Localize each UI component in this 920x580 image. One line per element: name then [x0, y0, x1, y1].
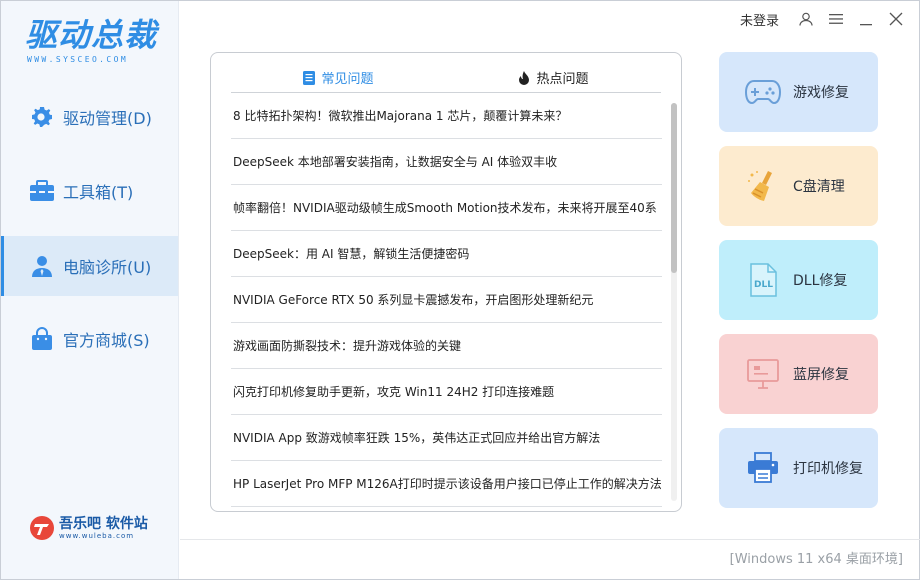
toolbox-icon: [29, 178, 55, 204]
tab-common-questions[interactable]: 常见问题: [231, 63, 446, 92]
broom-icon: [743, 166, 783, 206]
list-item[interactable]: 游戏画面防撕裂技术：提升游戏体验的关键: [231, 323, 662, 369]
svg-text:DLL: DLL: [754, 280, 773, 290]
list-item[interactable]: 8 比特拓扑架构！微软推出Majorana 1 芯片，颠覆计算未来？: [231, 93, 662, 139]
sidebar-item-pc-clinic[interactable]: 电脑诊所(U): [1, 236, 178, 296]
title-bar: 未登录: [740, 7, 911, 31]
scrollbar-thumb[interactable]: [671, 103, 677, 273]
logo-title: 驱动总裁: [25, 16, 158, 54]
faq-panel: 常见问题 热点问题 8 比特拓扑架构！微软推出Majorana 1 芯片，颠覆计…: [210, 52, 682, 512]
minimize-icon[interactable]: [851, 7, 881, 31]
printer-icon: [743, 448, 783, 488]
user-icon[interactable]: [791, 7, 821, 31]
app-logo: 驱动总裁 WWW.SYSCEO.COM: [15, 15, 165, 73]
brand-name: 吾乐吧 软件站: [59, 516, 148, 532]
blue-screen-repair-button[interactable]: 蓝屏修复: [719, 334, 878, 414]
tab-label: 常见问题: [321, 72, 374, 87]
card-label: 打印机修复: [793, 461, 863, 477]
shopping-bag-icon: [29, 326, 55, 352]
monitor-icon: [743, 354, 783, 394]
sidebar: 驱动总裁 WWW.SYSCEO.COM 驱动管理(D) 工具箱(T) 电脑诊所(…: [1, 1, 179, 579]
card-label: C盘清理: [793, 179, 845, 195]
article-list: 8 比特拓扑架构！微软推出Majorana 1 芯片，颠覆计算未来？ DeepS…: [231, 93, 662, 507]
dll-repair-button[interactable]: DLL DLL修复: [719, 240, 878, 320]
card-label: 蓝屏修复: [793, 367, 849, 383]
gamepad-icon: [743, 72, 783, 112]
sidebar-item-label: 官方商城(S): [63, 331, 150, 350]
app-window: 驱动总裁 WWW.SYSCEO.COM 驱动管理(D) 工具箱(T) 电脑诊所(…: [0, 0, 920, 580]
list-item[interactable]: NVIDIA App 致游戏帧率狂跌 15%，英伟达正式回应并给出官方解法: [231, 415, 662, 461]
brand-logo-icon: [30, 516, 54, 540]
flame-icon: [518, 70, 530, 85]
document-icon: [303, 70, 316, 85]
footer-divider: [180, 539, 920, 540]
gear-icon: [29, 104, 55, 130]
list-item[interactable]: DeepSeek：用 AI 智慧，解锁生活便捷密码: [231, 231, 662, 277]
dll-file-icon: DLL: [743, 260, 783, 300]
scrollbar[interactable]: [671, 103, 677, 501]
brand-url: www.wuleba.com: [59, 532, 135, 540]
c-drive-cleanup-button[interactable]: C盘清理: [719, 146, 878, 226]
game-repair-button[interactable]: 游戏修复: [719, 52, 878, 132]
sidebar-item-label: 电脑诊所(U): [63, 258, 152, 277]
sidebar-item-label: 驱动管理(D): [63, 109, 152, 128]
tab-bar: 常见问题 热点问题: [231, 63, 661, 93]
card-label: DLL修复: [793, 273, 848, 289]
tab-hot-questions[interactable]: 热点问题: [446, 63, 661, 92]
close-icon[interactable]: [881, 7, 911, 31]
sidebar-item-official-store[interactable]: 官方商城(S): [1, 309, 178, 369]
sidebar-item-driver-management[interactable]: 驱动管理(D): [1, 87, 178, 147]
person-icon: [29, 253, 55, 279]
login-status[interactable]: 未登录: [740, 10, 779, 29]
list-item[interactable]: NVIDIA GeForce RTX 50 系列显卡震撼发布，开启图形处理新纪元: [231, 277, 662, 323]
list-item[interactable]: HP LaserJet Pro MFP M126A打印时提示该设备用户接口已停止…: [231, 461, 662, 507]
list-item[interactable]: DeepSeek 本地部署安装指南，让数据安全与 AI 体验双丰收: [231, 139, 662, 185]
logo-url: WWW.SYSCEO.COM: [27, 55, 129, 64]
printer-repair-button[interactable]: 打印机修复: [719, 428, 878, 508]
sidebar-item-toolbox[interactable]: 工具箱(T): [1, 161, 178, 221]
brand-watermark: 吾乐吧 软件站 www.wuleba.com: [29, 513, 169, 543]
tab-label: 热点问题: [536, 72, 589, 87]
card-label: 游戏修复: [793, 85, 849, 101]
list-item[interactable]: 闪克打印机修复助手更新，攻克 Win11 24H2 打印连接难题: [231, 369, 662, 415]
list-item[interactable]: 帧率翻倍！NVIDIA驱动级帧生成Smooth Motion技术发布，未来将开展…: [231, 185, 662, 231]
environment-status: [Windows 11 x64 桌面环境]: [729, 552, 903, 567]
sidebar-item-label: 工具箱(T): [63, 183, 134, 202]
menu-icon[interactable]: [821, 7, 851, 31]
